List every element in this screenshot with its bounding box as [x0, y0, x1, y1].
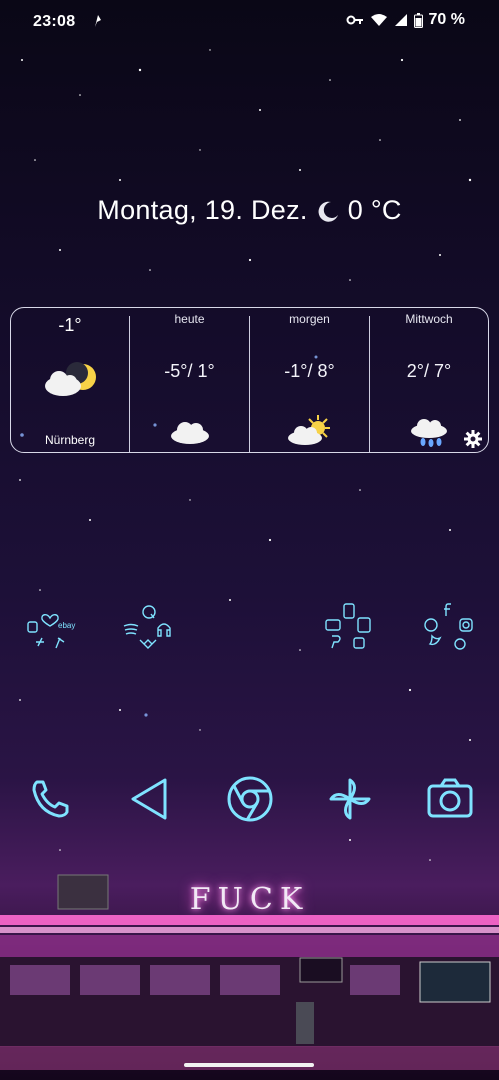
forecast-day[interactable]: heute -5°/ 1° [130, 308, 249, 454]
gear-icon[interactable] [464, 430, 482, 448]
paypal-icon [331, 635, 341, 649]
tidal-icon [139, 639, 157, 649]
messenger-icon [454, 638, 466, 650]
city-name: Nürnberg [44, 433, 96, 447]
whatsapp-icon [424, 618, 438, 632]
date-text: Montag, 19. Dez. [97, 195, 308, 225]
camera-icon[interactable] [425, 774, 475, 824]
twitter-icon [428, 634, 442, 646]
rain-cloud-icon [411, 419, 447, 447]
instagram-icon [459, 618, 473, 632]
ebay-icon: ebay [58, 621, 75, 630]
pinwheel-icon[interactable] [325, 774, 375, 824]
navigation-arrow-icon [95, 15, 101, 27]
dock [0, 770, 499, 830]
neon-sign-text: FUCK [189, 882, 310, 917]
back-arrow-icon[interactable] [125, 774, 175, 824]
home-indicator[interactable] [184, 1063, 314, 1067]
wifi-icon [370, 14, 387, 26]
lock-icon [353, 637, 365, 649]
forecast-day[interactable]: morgen -1°/ 8° [250, 308, 369, 454]
current-temperature: -1° [58, 315, 82, 335]
cloud-icon [170, 422, 209, 444]
wallpaper-stars [0, 49, 499, 1070]
heart-icon [41, 614, 59, 627]
forecast-day-label: morgen [289, 312, 330, 326]
card-icon [325, 619, 341, 631]
cloud-moon-icon [45, 362, 96, 396]
folder-social[interactable] [418, 600, 478, 660]
weather-temp-text: 0 °C [347, 195, 402, 225]
forecast-temps: 2°/ 7° [406, 361, 452, 381]
crescent-moon-icon [318, 201, 338, 222]
watch-icon [27, 621, 38, 633]
forecast-day-label: heute [174, 312, 205, 326]
status-bar: 23:08 70 % [0, 0, 499, 44]
signal-icon [394, 14, 407, 26]
forecast-day-label: Mittwoch [405, 312, 453, 326]
current-weather[interactable]: -1° Nürnberg [11, 308, 129, 454]
at-a-glance[interactable]: Montag, 19. Dez. 0 °C [0, 195, 499, 226]
cactus-icon [36, 637, 44, 647]
status-time: 23:08 [33, 13, 76, 30]
battery-percent: 70 % [428, 11, 465, 28]
phone-icon [343, 603, 355, 619]
battery-icon [413, 12, 423, 28]
headphones-icon [157, 623, 171, 637]
folder-music[interactable] [118, 600, 178, 660]
facebook-icon [444, 603, 451, 616]
forecast-temps: -1°/ 8° [284, 361, 335, 381]
tools-icon [55, 637, 65, 649]
weather-widget[interactable]: -1° Nürnberg heute -5°/ 1° morgen -1°/ 8… [10, 307, 489, 453]
chrome-icon[interactable] [225, 774, 275, 824]
sun-cloud-icon [287, 415, 330, 445]
vpn-key-icon [346, 15, 363, 25]
spotify-icon [123, 623, 139, 635]
forecast-temps: -5°/ 1° [164, 361, 215, 381]
phone-icon[interactable] [25, 774, 75, 824]
folder-shopping[interactable]: ebay [20, 600, 80, 660]
folder-finance[interactable] [320, 600, 380, 660]
bank-icon [357, 617, 371, 633]
forecast-day[interactable]: Mittwoch 2°/ 7° [370, 308, 488, 454]
